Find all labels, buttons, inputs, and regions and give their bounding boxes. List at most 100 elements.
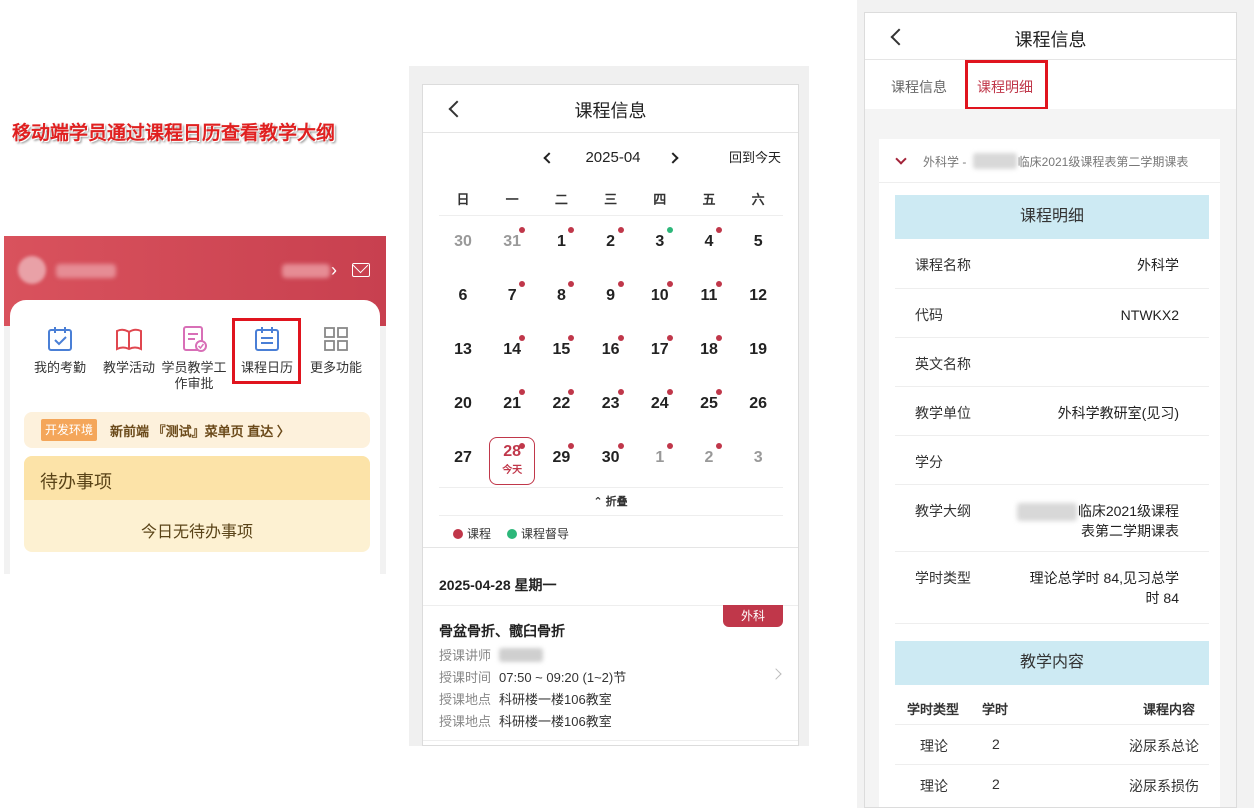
day-number: 11 bbox=[700, 287, 718, 304]
day-number: 12 bbox=[749, 287, 768, 304]
calendar-day[interactable]: 12 bbox=[734, 271, 782, 321]
divider bbox=[439, 215, 783, 216]
course-dot bbox=[568, 389, 575, 395]
calendar-day[interactable]: 31 bbox=[488, 217, 536, 267]
func-more[interactable]: 更多功能 bbox=[302, 324, 370, 376]
func-label: 我的考勤 bbox=[33, 360, 86, 375]
legend-supervision: 课程督导 bbox=[507, 525, 569, 542]
divider bbox=[423, 740, 798, 741]
semester-selector[interactable]: 外科学 - 临床2021级课程表第二学期课表 bbox=[879, 139, 1220, 183]
today-label: 今天 bbox=[502, 465, 523, 476]
weekday-label: 日 bbox=[456, 192, 470, 207]
tab-course-info[interactable]: 课程信息 bbox=[891, 77, 947, 97]
calendar-day[interactable]: 1 bbox=[636, 433, 684, 483]
calendar-day[interactable]: 30 bbox=[587, 433, 635, 483]
notice-bar[interactable]: 开发环境 新前端 『测试』菜单页 直达 〉 bbox=[24, 412, 370, 448]
calendar-day[interactable]: 14 bbox=[488, 325, 536, 375]
field-key: 课程名称 bbox=[915, 257, 971, 273]
calendar-screen: 课程信息 2025-04 回到今天 日一二三四五六 30 31 1 2 3 4 5 6 7 8 9 1… bbox=[422, 84, 799, 746]
day-number: 2 bbox=[704, 449, 714, 466]
cell-content: 泌尿系总论 bbox=[1129, 738, 1199, 754]
calendar-day[interactable]: 5 bbox=[734, 217, 782, 267]
spacer bbox=[1220, 109, 1236, 807]
calendar-day[interactable]: 6 bbox=[439, 271, 487, 321]
day-number: 30 bbox=[454, 233, 472, 250]
lecturer-row: 授课讲师 bbox=[439, 645, 544, 664]
calendar-day[interactable]: 25 bbox=[685, 379, 733, 429]
prev-month-icon[interactable] bbox=[543, 152, 555, 164]
calendar-day[interactable]: 29 bbox=[537, 433, 585, 483]
row-key: 授课地点 bbox=[439, 714, 492, 729]
calendar-day[interactable]: 24 bbox=[636, 379, 684, 429]
mail-icon[interactable] bbox=[352, 263, 370, 277]
calendar-day[interactable]: 11 bbox=[685, 271, 733, 321]
highlight-box-calendar bbox=[232, 318, 301, 384]
field-key: 学分 bbox=[915, 454, 943, 470]
schedule-date: 2025-04-28 星期一 bbox=[439, 577, 557, 593]
field-value-line2[interactable]: 表第二学期课表 bbox=[1081, 521, 1179, 541]
day-number: 17 bbox=[650, 341, 669, 358]
course-dot bbox=[666, 443, 673, 449]
course-dot bbox=[519, 281, 526, 287]
calendar-day[interactable]: 23 bbox=[587, 379, 635, 429]
course-dot bbox=[519, 389, 526, 395]
calendar-day[interactable]: 16 bbox=[587, 325, 635, 375]
calendar-day[interactable]: 26 bbox=[734, 379, 782, 429]
calendar-day[interactable]: 7 bbox=[488, 271, 536, 321]
field-unit: 教学单位 外科学教研室(见习) bbox=[895, 387, 1209, 436]
chevron-down-icon[interactable] bbox=[895, 153, 907, 165]
field-value-line1[interactable]: 临床2021级课程 bbox=[1078, 501, 1179, 521]
semester-blurred bbox=[973, 153, 1017, 169]
table-row: 理论 2 泌尿系总论 bbox=[895, 724, 1209, 764]
field-key: 教学单位 bbox=[915, 405, 971, 421]
page-title: 课程信息 bbox=[574, 101, 647, 121]
calendar-day[interactable]: 13 bbox=[439, 325, 487, 375]
calendar-day-selected[interactable]: 28 今天 bbox=[488, 433, 536, 485]
fold-button[interactable]: ⌃ 折叠 bbox=[423, 493, 798, 509]
next-month-icon[interactable] bbox=[667, 152, 679, 164]
course-dot bbox=[617, 335, 624, 341]
calendar-day[interactable]: 21 bbox=[488, 379, 536, 429]
calendar-day[interactable]: 10 bbox=[636, 271, 684, 321]
cell-type: 理论 bbox=[920, 738, 948, 754]
attendance-icon bbox=[48, 327, 72, 351]
section-header-content: 教学内容 bbox=[895, 641, 1209, 685]
calendar-day[interactable]: 3 bbox=[636, 217, 684, 267]
calendar-day[interactable]: 30 bbox=[439, 217, 487, 267]
calendar-day[interactable]: 20 bbox=[439, 379, 487, 429]
calendar-day[interactable]: 4 bbox=[685, 217, 733, 267]
calendar-day[interactable]: 8 bbox=[537, 271, 585, 321]
notice-link[interactable]: 新前端 『测试』菜单页 直达 〉 bbox=[110, 421, 290, 440]
chevron-right-icon[interactable]: › bbox=[331, 260, 337, 281]
calendar-day[interactable]: 27 bbox=[439, 433, 487, 483]
field-key: 教学大纲 bbox=[915, 503, 971, 519]
location-row: 授课地点 科研楼一楼106教室 bbox=[439, 711, 612, 730]
calendar-day[interactable]: 15 bbox=[537, 325, 585, 375]
calendar-day[interactable]: 3 bbox=[734, 433, 782, 483]
back-to-today-button[interactable]: 回到今天 bbox=[729, 147, 781, 169]
day-number: 16 bbox=[601, 341, 620, 358]
day-number: 4 bbox=[704, 233, 714, 250]
calendar-day[interactable]: 2 bbox=[685, 433, 733, 483]
calendar-day[interactable]: 9 bbox=[587, 271, 635, 321]
day-number: 7 bbox=[507, 287, 517, 304]
func-label: 更多功能 bbox=[309, 360, 362, 375]
func-teaching-activity[interactable]: 教学活动 bbox=[95, 324, 163, 376]
calendar-day[interactable]: 17 bbox=[636, 325, 684, 375]
course-title[interactable]: 骨盆骨折、髋臼骨折 bbox=[439, 621, 565, 641]
legend-dot bbox=[453, 529, 463, 539]
spacer bbox=[865, 109, 879, 807]
calendar-day[interactable]: 22 bbox=[537, 379, 585, 429]
divider bbox=[439, 487, 783, 488]
org-name-blurred[interactable] bbox=[282, 264, 330, 278]
avatar[interactable] bbox=[18, 256, 46, 284]
func-attendance[interactable]: 我的考勤 bbox=[26, 324, 94, 376]
chevron-right-icon[interactable] bbox=[770, 668, 782, 680]
func-approval[interactable]: 学员教学工作审批 bbox=[160, 324, 228, 392]
page-title: 课程信息 bbox=[1014, 30, 1087, 50]
calendar-day[interactable]: 1 bbox=[537, 217, 585, 267]
field-value-line2: 时 84 bbox=[1145, 590, 1179, 606]
calendar-day[interactable]: 2 bbox=[587, 217, 635, 267]
calendar-day[interactable]: 19 bbox=[734, 325, 782, 375]
calendar-day[interactable]: 18 bbox=[685, 325, 733, 375]
